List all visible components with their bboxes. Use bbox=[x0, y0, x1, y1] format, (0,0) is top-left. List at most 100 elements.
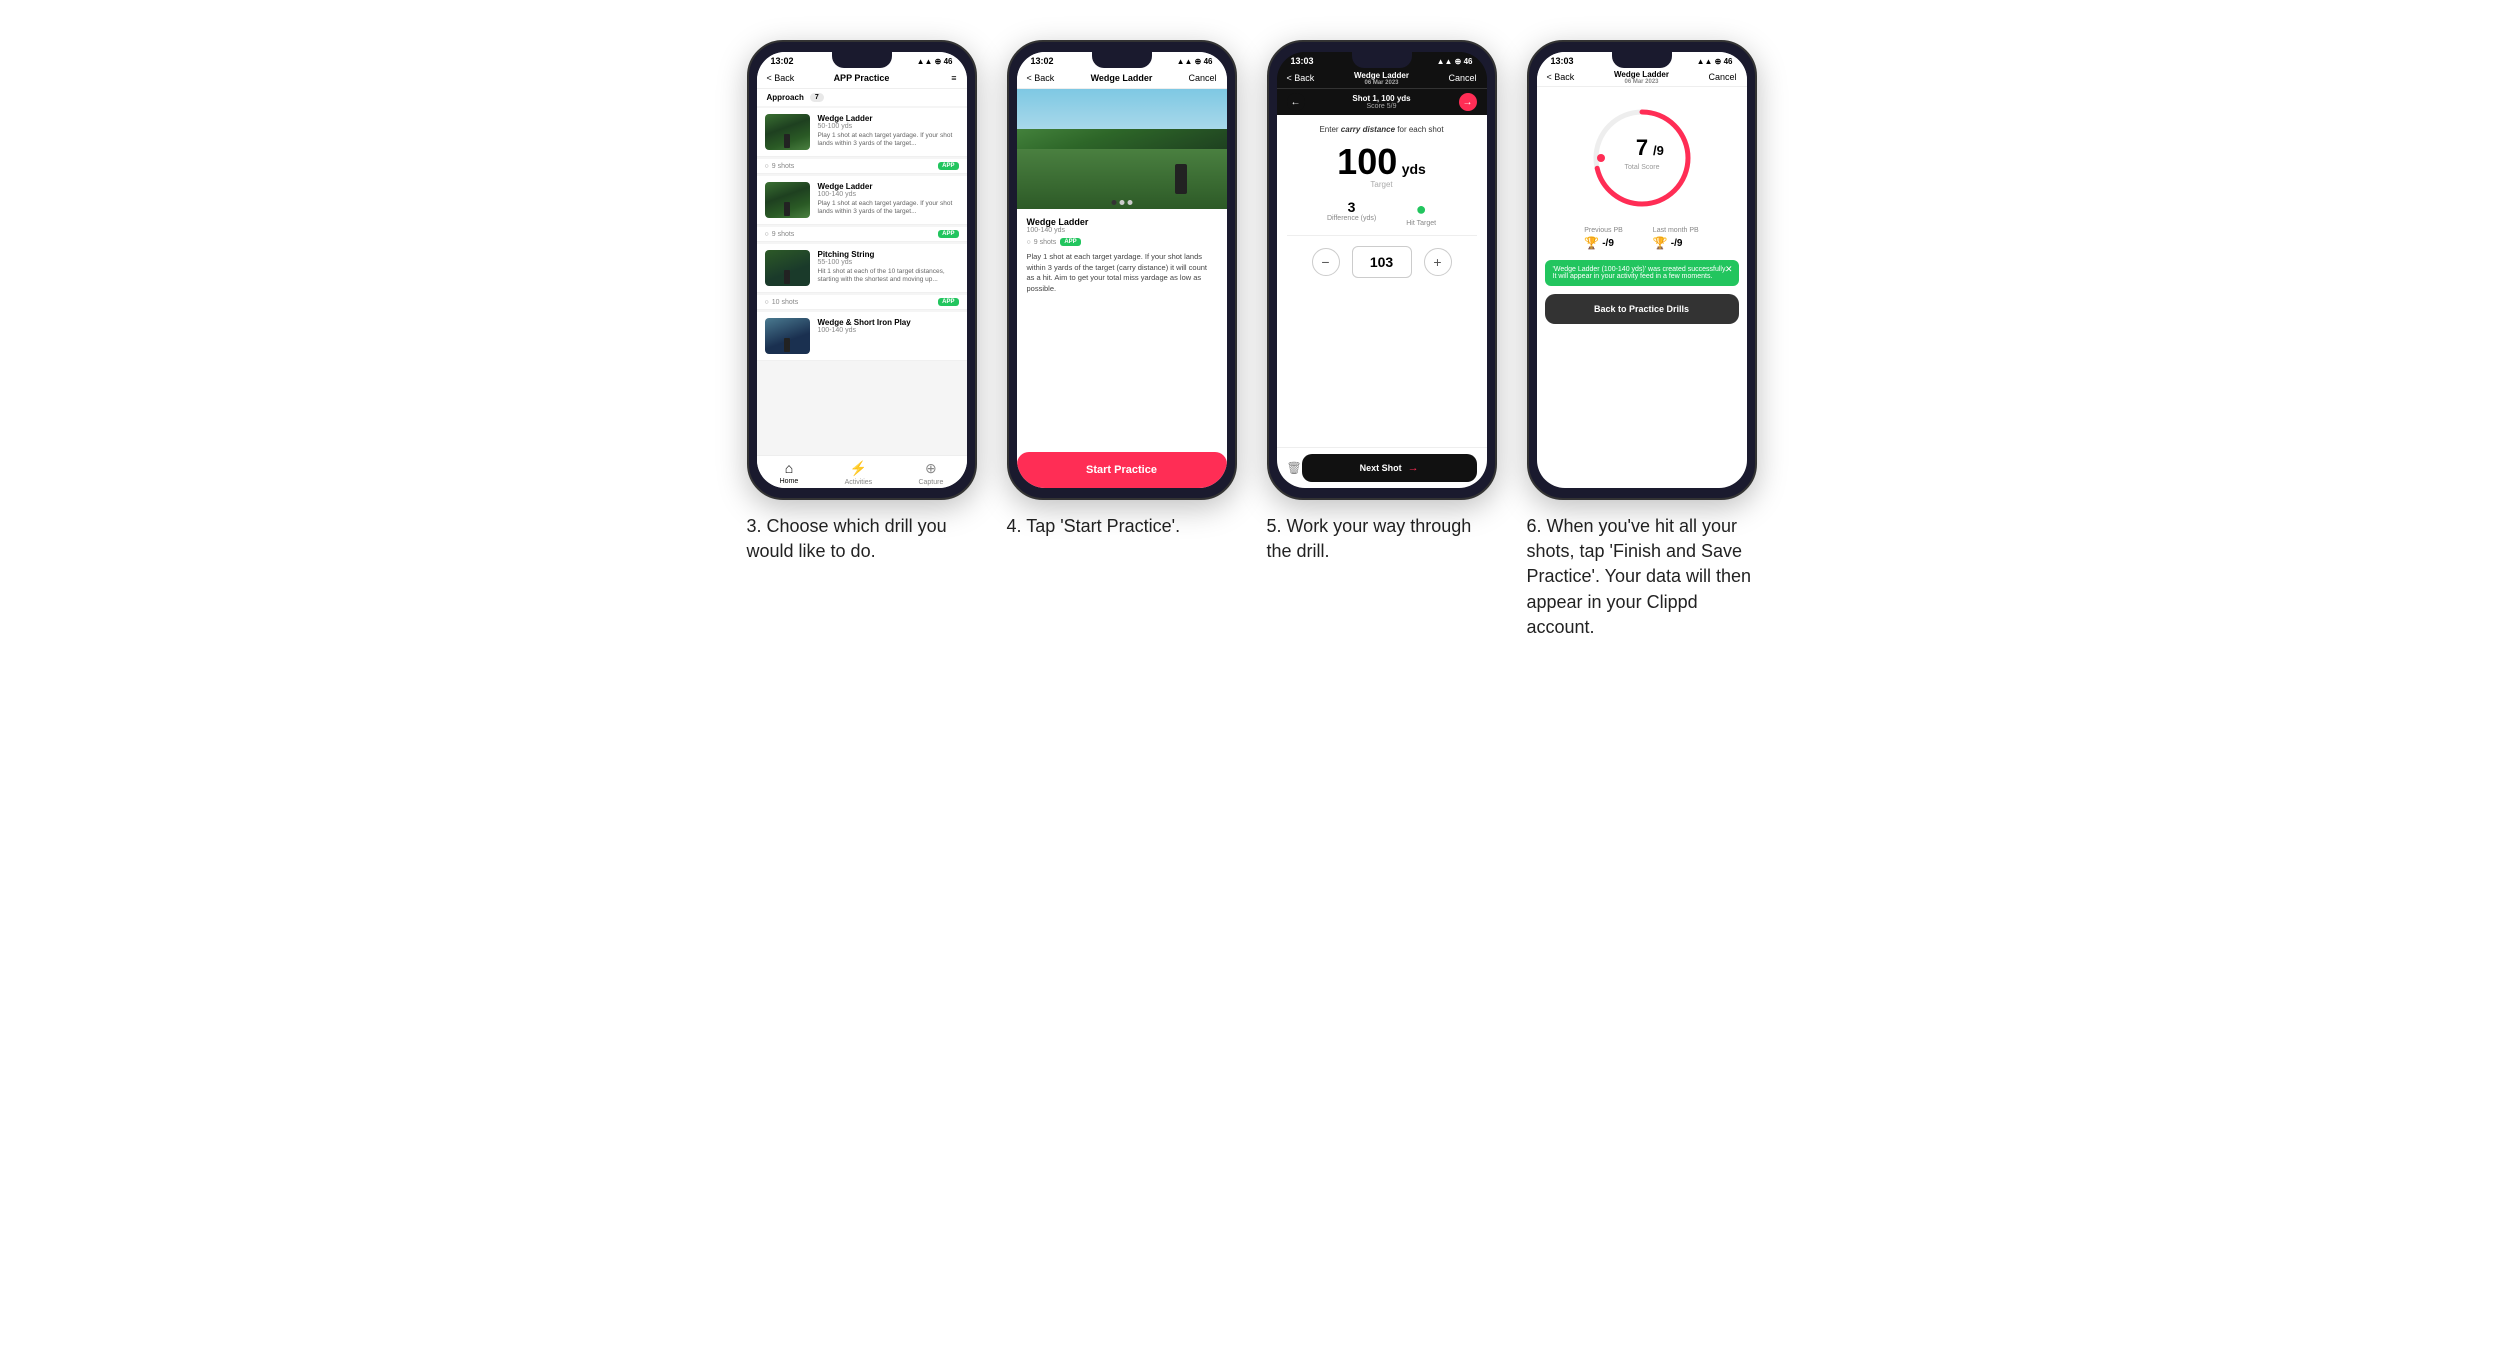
phones-row: 13:02 ▲▲ ⊕ 46 < Back APP Practice ≡ Appr… bbox=[747, 40, 1757, 640]
category-badge: 7 bbox=[810, 93, 824, 102]
back-btn-1[interactable]: < Back bbox=[767, 73, 795, 83]
category-label: Approach 7 bbox=[757, 89, 967, 106]
trash-icon[interactable]: 🗑 bbox=[1287, 461, 1302, 475]
cancel-btn-4[interactable]: Cancel bbox=[1708, 72, 1736, 82]
shot-label: Shot 1, 100 yds bbox=[1352, 94, 1410, 103]
prev-arrow[interactable]: ← bbox=[1287, 93, 1305, 111]
back-btn-4[interactable]: < Back bbox=[1547, 72, 1575, 82]
cancel-btn-2[interactable]: Cancel bbox=[1188, 73, 1216, 83]
target-unit: yds bbox=[1402, 161, 1426, 177]
nav-activities-label: Activities bbox=[845, 479, 873, 486]
nav-capture-label: Capture bbox=[918, 479, 943, 486]
drill-thumb-1 bbox=[765, 182, 810, 218]
drill-item-0[interactable]: Wedge Ladder 50-100 yds Play 1 shot at e… bbox=[757, 108, 967, 157]
drill-name-2: Pitching String bbox=[818, 250, 959, 259]
target-word: Target bbox=[1287, 180, 1477, 189]
caption-2: 4. Tap 'Start Practice'. bbox=[1007, 514, 1237, 539]
pb-item-1: Last month PB 🏆 -/9 bbox=[1653, 227, 1699, 250]
nav-bar-1: < Back APP Practice ≡ bbox=[757, 68, 967, 89]
drill-card-shots: ○ 9 shots APP bbox=[1027, 238, 1217, 246]
drill-card-yds: 100-140 yds bbox=[1027, 227, 1217, 234]
next-shot-btn[interactable]: Next Shot → bbox=[1302, 454, 1477, 482]
nav-title4-line1: Wedge Ladder bbox=[1614, 70, 1669, 79]
phone-4-col: 13:03 ▲▲ ⊕ 46 < Back Wedge Ladder 06 Mar… bbox=[1527, 40, 1757, 640]
drill-thumb-2 bbox=[765, 250, 810, 286]
phone-2-screen: 13:02 ▲▲ ⊕ 46 < Back Wedge Ladder Cancel bbox=[1017, 52, 1227, 488]
phone-4-frame: 13:03 ▲▲ ⊕ 46 < Back Wedge Ladder 06 Mar… bbox=[1527, 40, 1757, 500]
caption-1: 3. Choose which drill you would like to … bbox=[747, 514, 977, 564]
drill-item-3[interactable]: Wedge & Short Iron Play 100-140 yds bbox=[757, 312, 967, 361]
drill-name-3: Wedge & Short Iron Play bbox=[818, 318, 959, 327]
dot-1 bbox=[1111, 200, 1116, 205]
stat-hit-target: ● Hit Target bbox=[1406, 199, 1436, 227]
back-btn-2[interactable]: < Back bbox=[1027, 73, 1055, 83]
drill-yds-3: 100-140 yds bbox=[818, 327, 959, 334]
score-circle-svg: 7 /9 Total Score bbox=[1587, 103, 1697, 213]
phone-2-frame: 13:02 ▲▲ ⊕ 46 < Back Wedge Ladder Cancel bbox=[1007, 40, 1237, 500]
phone-1-frame: 13:02 ▲▲ ⊕ 46 < Back APP Practice ≡ Appr… bbox=[747, 40, 977, 500]
nav-bar-3: < Back Wedge Ladder 06 Mar 2023 Cancel bbox=[1277, 68, 1487, 89]
drill-item-2[interactable]: Pitching String 55-100 yds Hit 1 shot at… bbox=[757, 244, 967, 293]
difference-val: 3 bbox=[1327, 199, 1376, 215]
drill-card-title: Wedge Ladder bbox=[1027, 217, 1217, 227]
drill-thumb-3 bbox=[765, 318, 810, 354]
input-value[interactable]: 103 bbox=[1352, 246, 1412, 278]
phone-2-col: 13:02 ▲▲ ⊕ 46 < Back Wedge Ladder Cancel bbox=[1007, 40, 1237, 539]
pb-item-0: Previous PB 🏆 -/9 bbox=[1584, 227, 1623, 250]
nav-home-label: Home bbox=[780, 478, 799, 485]
back-to-drills-btn[interactable]: Back to Practice Drills bbox=[1545, 294, 1739, 324]
drill-footer-0: ○ 9 shots APP bbox=[757, 159, 967, 174]
decrement-btn[interactable]: − bbox=[1312, 248, 1340, 276]
image-golfer bbox=[1175, 164, 1187, 194]
pb-label-1: Last month PB bbox=[1653, 227, 1699, 234]
phone-3-screen: 13:03 ▲▲ ⊕ 46 < Back Wedge Ladder 06 Mar… bbox=[1277, 52, 1487, 488]
input-row: − 103 + bbox=[1287, 246, 1477, 278]
drill-item-1[interactable]: Wedge Ladder 100-140 yds Play 1 shot at … bbox=[757, 176, 967, 225]
phone-3-frame: 13:03 ▲▲ ⊕ 46 < Back Wedge Ladder 06 Mar… bbox=[1267, 40, 1497, 500]
phone-3-col: 13:03 ▲▲ ⊕ 46 < Back Wedge Ladder 06 Mar… bbox=[1267, 40, 1497, 564]
carry-label: Enter carry distance for each shot bbox=[1287, 125, 1477, 134]
drill-footer-1: ○ 9 shots APP bbox=[757, 227, 967, 242]
notch-1 bbox=[832, 52, 892, 68]
app-badge-2: APP bbox=[938, 298, 958, 306]
score-circle-container: 7 /9 Total Score bbox=[1537, 87, 1747, 221]
next-arrow[interactable]: → bbox=[1459, 93, 1477, 111]
screen3-nav: ← Shot 1, 100 yds Score 5/9 → bbox=[1277, 89, 1487, 115]
drill-info-0: Wedge Ladder 50-100 yds Play 1 shot at e… bbox=[818, 114, 959, 149]
close-banner-btn[interactable]: ✕ bbox=[1725, 264, 1733, 275]
cancel-btn-3[interactable]: Cancel bbox=[1448, 73, 1476, 83]
target-value: 100 bbox=[1337, 141, 1397, 182]
notch-2 bbox=[1092, 52, 1152, 68]
nav-home[interactable]: ⌂ Home bbox=[780, 460, 799, 486]
nav-title4-line2: 06 Mar 2023 bbox=[1614, 79, 1669, 85]
screen1-content: Approach 7 Wedge Ladder 50-100 yds Play … bbox=[757, 89, 967, 455]
nav-capture[interactable]: ⊕ Capture bbox=[918, 460, 943, 486]
start-practice-btn[interactable]: Start Practice bbox=[1017, 452, 1227, 488]
menu-btn-1[interactable]: ≡ bbox=[951, 73, 956, 83]
nav-activities[interactable]: ⚡ Activities bbox=[845, 460, 873, 486]
drill-info-1: Wedge Ladder 100-140 yds Play 1 shot at … bbox=[818, 182, 959, 217]
target-display: 100 yds Target bbox=[1287, 144, 1477, 189]
drill-yds-1: 100-140 yds bbox=[818, 191, 959, 198]
capture-icon: ⊕ bbox=[925, 460, 937, 477]
back-btn-3[interactable]: < Back bbox=[1287, 73, 1315, 83]
score-label: Score 5/9 bbox=[1352, 103, 1410, 110]
increment-btn[interactable]: + bbox=[1424, 248, 1452, 276]
drill-info-2: Pitching String 55-100 yds Hit 1 shot at… bbox=[818, 250, 959, 285]
phone-1-col: 13:02 ▲▲ ⊕ 46 < Back APP Practice ≡ Appr… bbox=[747, 40, 977, 564]
difference-label: Difference (yds) bbox=[1327, 215, 1376, 222]
next-arrow-icon: → bbox=[1408, 462, 1419, 474]
status-icons-1: ▲▲ ⊕ 46 bbox=[917, 57, 953, 66]
screen4-header: < Back Wedge Ladder 06 Mar 2023 Cancel bbox=[1537, 68, 1747, 87]
activities-icon: ⚡ bbox=[850, 460, 867, 477]
success-message: 'Wedge Ladder (100-140 yds)' was created… bbox=[1553, 266, 1727, 280]
stat-difference: 3 Difference (yds) bbox=[1327, 199, 1376, 227]
pb-row: Previous PB 🏆 -/9 Last month PB 🏆 -/9 bbox=[1537, 221, 1747, 256]
drill-name-1: Wedge Ladder bbox=[818, 182, 959, 191]
notch-3 bbox=[1352, 52, 1412, 68]
nav-title-4: Wedge Ladder 06 Mar 2023 bbox=[1614, 70, 1669, 85]
success-banner: ✕ 'Wedge Ladder (100-140 yds)' was creat… bbox=[1545, 260, 1739, 286]
shots-count-1: ○ 9 shots bbox=[765, 231, 795, 238]
status-icons-2: ▲▲ ⊕ 46 bbox=[1177, 57, 1213, 66]
drill-name-0: Wedge Ladder bbox=[818, 114, 959, 123]
